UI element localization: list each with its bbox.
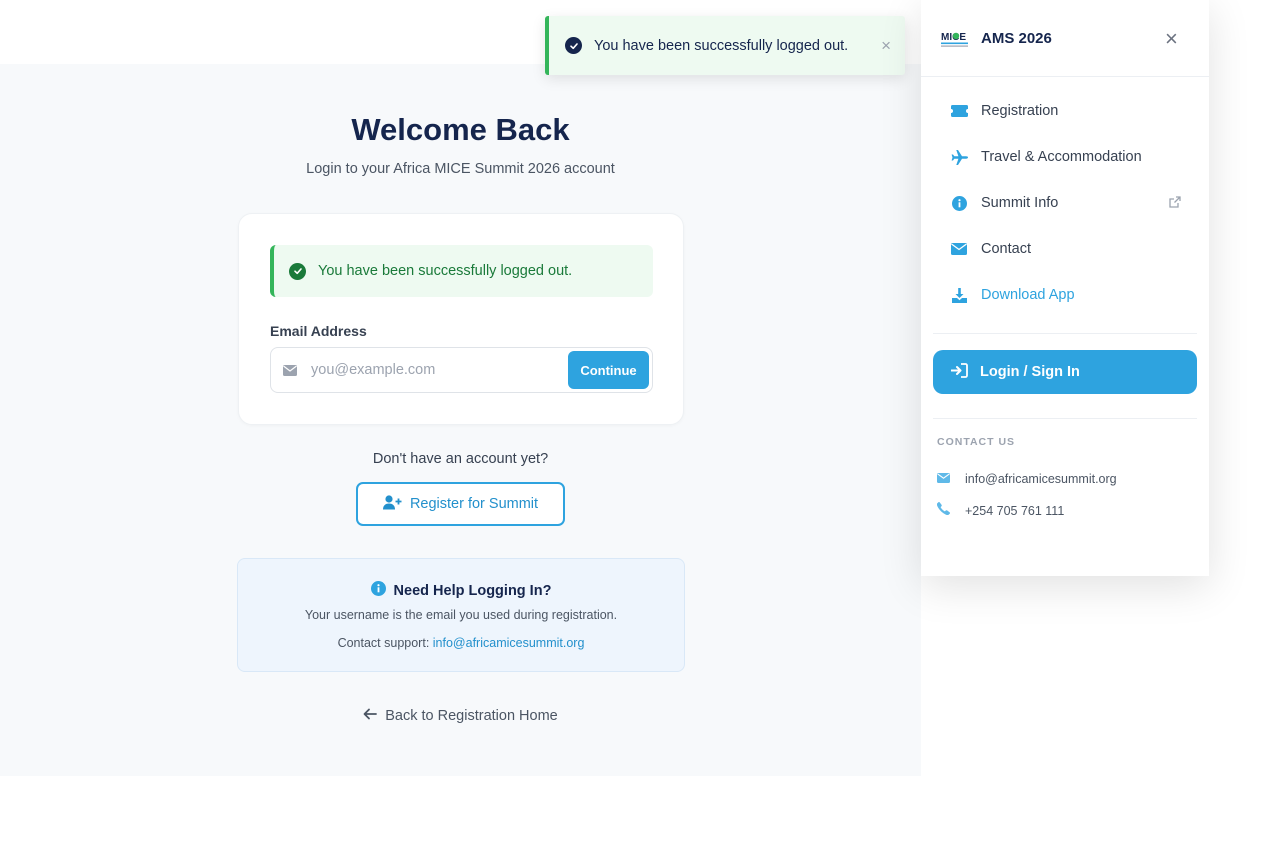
divider	[933, 418, 1197, 419]
sign-in-icon	[950, 362, 968, 382]
login-card: You have been successfully logged out. E…	[238, 213, 684, 425]
info-icon	[370, 581, 386, 600]
help-heading: Need Help Logging In?	[238, 581, 684, 600]
support-email-link[interactable]: info@africamicesummit.org	[433, 636, 585, 650]
nav-label: Download App	[981, 287, 1075, 303]
toast-notification: You have been successfully logged out. ×	[545, 16, 905, 75]
nav-item-contact[interactable]: Contact	[950, 237, 1190, 261]
contact-phone: +254 705 761 111	[965, 504, 1065, 518]
envelope-icon	[937, 470, 950, 488]
divider	[933, 333, 1197, 334]
side-drawer: MICE AMS 2026 × Registration Travel & Ac…	[921, 0, 1209, 576]
envelope-icon	[283, 363, 297, 381]
help-line: Your username is the email you used duri…	[304, 608, 618, 622]
logout-alert: You have been successfully logged out.	[270, 245, 653, 297]
help-box: Need Help Logging In? Your username is t…	[237, 558, 685, 672]
phone-icon	[936, 501, 951, 520]
back-label: Back to Registration Home	[385, 708, 558, 724]
nav-item-summit-info[interactable]: Summit Info	[950, 191, 1190, 215]
ticket-icon	[950, 102, 968, 120]
nav-item-download-app[interactable]: Download App	[950, 283, 1190, 307]
email-label: Email Address	[270, 323, 367, 339]
check-circle-icon	[565, 37, 582, 54]
email-input[interactable]	[311, 356, 561, 384]
download-icon	[950, 286, 968, 304]
contact-heading: CONTACT US	[937, 436, 1016, 448]
alert-text: You have been successfully logged out.	[318, 263, 573, 279]
summit-logo: MICE	[941, 28, 969, 48]
envelope-icon	[950, 240, 968, 258]
info-icon	[950, 194, 968, 212]
nav-label: Registration	[981, 103, 1059, 119]
register-button[interactable]: Register for Summit	[356, 482, 565, 526]
brand-name: AMS 2026	[981, 30, 1052, 47]
no-account-text: Don't have an account yet?	[372, 451, 549, 467]
back-link[interactable]: Back to Registration Home	[0, 708, 921, 724]
login-label: Login / Sign In	[980, 364, 1080, 380]
nav-label: Travel & Accommodation	[981, 149, 1142, 165]
nav-label: Contact	[981, 241, 1031, 257]
register-label: Register for Summit	[409, 496, 539, 512]
contact-email-row[interactable]: info@africamicesummit.org	[937, 470, 1117, 488]
email-input-group: Continue	[270, 347, 653, 393]
contact-email: info@africamicesummit.org	[965, 472, 1117, 486]
contact-phone-row[interactable]: +254 705 761 111	[936, 501, 1065, 520]
page-title: Welcome Back	[351, 112, 570, 147]
user-plus-icon	[382, 494, 402, 514]
nav-item-registration[interactable]: Registration	[950, 99, 1190, 123]
page: Welcome Back Login to your Africa MICE S…	[0, 0, 1272, 864]
page-subtitle: Login to your Africa MICE Summit 2026 ac…	[306, 161, 615, 177]
plane-icon	[950, 148, 968, 166]
external-link-icon	[1169, 195, 1181, 213]
help-heading-text: Need Help Logging In?	[393, 582, 552, 599]
toast-text: You have been successfully logged out.	[594, 37, 849, 54]
help-contact-prefix: Contact support:	[337, 636, 433, 650]
toast-close-icon[interactable]: ×	[881, 36, 891, 56]
continue-button[interactable]: Continue	[568, 351, 649, 389]
nav-item-travel[interactable]: Travel & Accommodation	[950, 145, 1190, 169]
login-button[interactable]: Login / Sign In	[933, 350, 1197, 394]
drawer-header: MICE AMS 2026 ×	[921, 0, 1209, 77]
check-circle-icon	[289, 262, 306, 280]
nav-label: Summit Info	[981, 195, 1059, 211]
close-icon[interactable]: ×	[1165, 26, 1178, 52]
arrow-left-icon	[363, 708, 378, 724]
help-contact-line: Contact support: info@africamicesummit.o…	[238, 636, 684, 650]
